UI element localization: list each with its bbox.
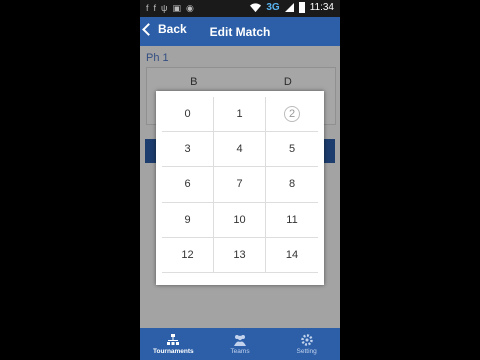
score-option[interactable]: 14	[266, 238, 318, 273]
score-option[interactable]: 3	[162, 132, 214, 168]
nav-setting[interactable]: Setting	[273, 328, 340, 360]
top-bar: Back Edit Match	[140, 17, 340, 46]
facebook-icon-2: f	[153, 3, 157, 13]
nav-tournaments[interactable]: Tournaments	[140, 328, 207, 360]
usb-icon: ψ	[161, 3, 168, 13]
nav-teams[interactable]: Teams	[207, 328, 274, 360]
bag-icon: ▣	[172, 3, 181, 13]
signal-icon	[284, 3, 294, 12]
facebook-icon: f	[146, 3, 149, 13]
network-type: 3G	[266, 2, 280, 13]
score-option[interactable]: 11	[266, 203, 318, 238]
score-option[interactable]: 5	[266, 132, 318, 168]
score-option[interactable]: 9	[162, 202, 214, 238]
score-option-label: 0	[184, 108, 191, 121]
score-option-label: 2	[284, 106, 300, 123]
nav-label: Setting	[296, 348, 317, 355]
score-grid: 0 1 2 3 4 5 6 7 8 9 10 11 12 13 14	[162, 97, 318, 273]
score-option[interactable]: 7	[214, 167, 266, 203]
score-option-label: 14	[285, 248, 299, 261]
phone-screen: f f ψ ▣ ◉ 3G 11:34 Back Edit Match Ph 1 …	[140, 0, 340, 360]
score-option-label: 5	[288, 143, 296, 156]
nav-label: Teams	[230, 348, 250, 355]
page-title: Edit Match	[209, 25, 271, 39]
score-option-label: 11	[286, 213, 298, 226]
teams-icon	[234, 335, 246, 346]
score-option[interactable]: 6	[162, 167, 214, 203]
score-option-label: 7	[236, 178, 243, 191]
clock: 11:34	[309, 2, 334, 13]
score-option-label: 10	[233, 213, 246, 226]
score-option-label: 4	[236, 143, 243, 156]
score-option[interactable]: 4	[214, 132, 266, 168]
score-option-label: 13	[233, 248, 246, 261]
status-bar: f f ψ ▣ ◉ 3G 11:34	[140, 0, 340, 17]
tournament-icon	[167, 334, 180, 345]
battery-icon	[298, 2, 305, 13]
score-option-label: 3	[184, 143, 191, 156]
score-option[interactable]: 2	[266, 97, 318, 133]
score-option[interactable]: 8	[266, 167, 318, 203]
score-option[interactable]: 10	[214, 202, 266, 238]
score-option-label: 1	[236, 108, 243, 121]
score-option-label: 8	[288, 178, 296, 191]
notification-icons: f f ψ ▣ ◉	[146, 2, 194, 15]
score-option-label: 12	[181, 248, 194, 261]
score-option[interactable]: 0	[162, 97, 214, 133]
nav-label: Tournaments	[152, 348, 194, 355]
score-picker-dialog: 0 1 2 3 4 5 6 7 8 9 10 11 12 13 14	[156, 91, 324, 285]
wifi-icon	[250, 3, 262, 13]
score-option[interactable]: 12	[162, 237, 214, 273]
score-option[interactable]: 1	[214, 97, 266, 133]
score-option-label: 9	[184, 213, 191, 226]
score-option-label: 6	[184, 178, 191, 191]
gear-icon	[300, 334, 313, 346]
score-option[interactable]: 13	[214, 237, 266, 273]
android-icon: ◉	[185, 3, 194, 13]
bottom-nav: Tournaments Teams Setting	[140, 328, 340, 360]
